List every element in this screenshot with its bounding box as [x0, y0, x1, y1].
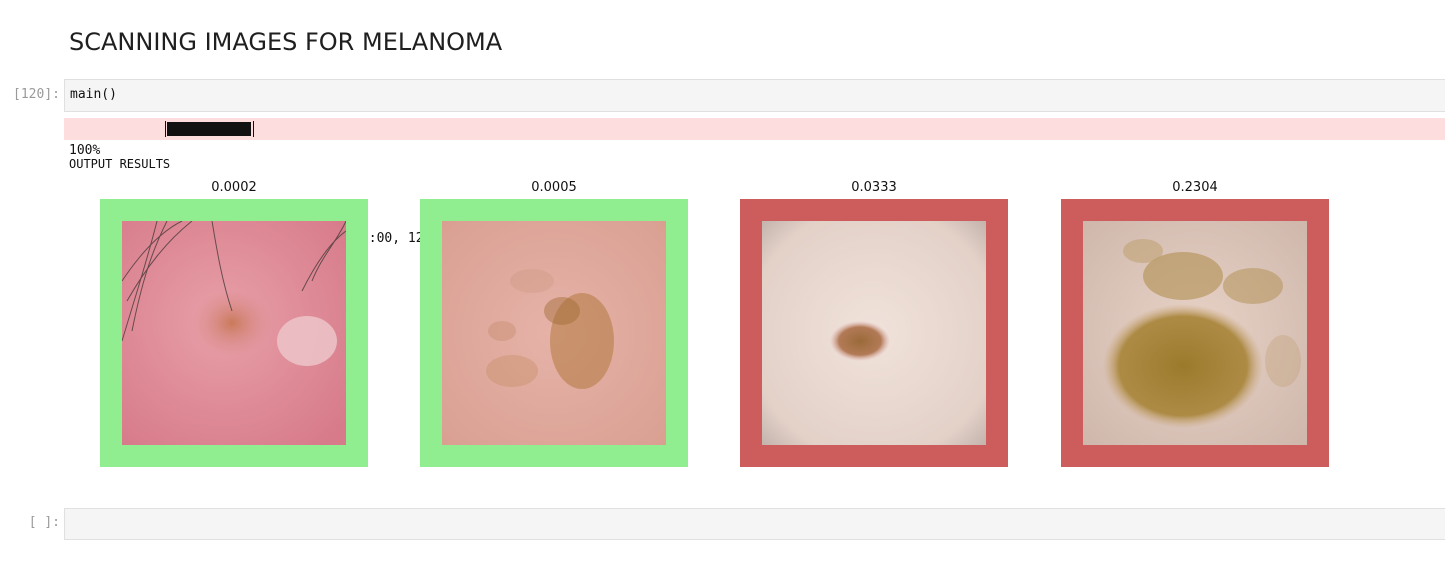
skin-lesion-image — [442, 221, 666, 445]
result-score: 0.0002 — [211, 180, 257, 195]
progress-bar-right-edge — [253, 121, 254, 137]
status-frame — [420, 199, 688, 467]
status-frame — [740, 199, 1008, 467]
code-text: main() — [70, 87, 117, 102]
result-card: 0.0005 — [420, 178, 688, 467]
result-score: 0.2304 — [1172, 180, 1218, 195]
result-card: 0.0002 — [100, 178, 368, 467]
empty-code-cell[interactable] — [64, 508, 1445, 540]
notebook-heading: SCANNING IMAGES FOR MELANOMA — [69, 28, 503, 56]
result-score: 0.0333 — [851, 180, 897, 195]
progress-bar-fill — [167, 122, 251, 136]
skin-lesion-image — [762, 221, 986, 445]
skin-lesion-image — [1083, 221, 1307, 445]
input-prompt: [120]: — [13, 87, 60, 102]
status-frame — [1061, 199, 1329, 467]
result-card: 0.2304 — [1061, 178, 1329, 467]
progress-output: 100% 1/1 [00:12<00:00, 12.92s/it] — [64, 118, 1445, 246]
code-cell[interactable]: main() — [64, 79, 1445, 112]
input-prompt: [ ]: — [28, 515, 60, 530]
result-score: 0.0005 — [531, 180, 577, 195]
skin-lesion-image — [122, 221, 346, 445]
output-results-label: OUTPUT RESULTS — [69, 157, 171, 171]
result-card: 0.0333 — [740, 178, 1008, 467]
progress-bar-left-edge — [165, 121, 166, 137]
status-frame — [100, 199, 368, 467]
